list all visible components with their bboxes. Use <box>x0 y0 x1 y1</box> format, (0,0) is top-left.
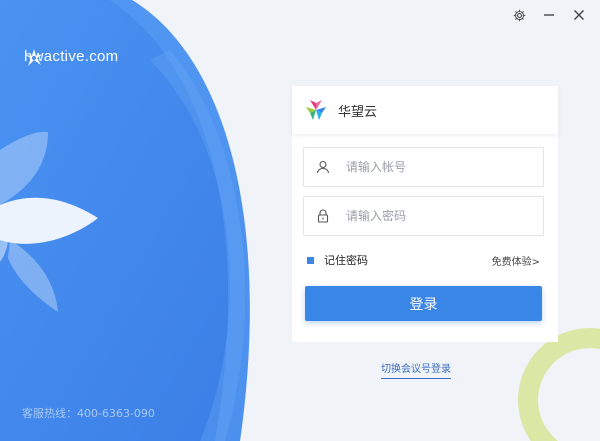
free-trial-link[interactable]: 免费体验> <box>492 253 540 268</box>
huawang-logo-icon <box>306 100 326 120</box>
window-controls <box>508 6 590 24</box>
close-button[interactable] <box>568 6 590 24</box>
gear-icon <box>513 9 525 21</box>
hotline-text: 客服热线：400-6363-090 <box>22 407 155 420</box>
password-field <box>303 196 544 236</box>
close-icon <box>574 10 584 20</box>
card-header: 华望云 <box>292 86 558 134</box>
card-title: 华望云 <box>338 104 378 120</box>
switch-meeting-login-link[interactable]: 切换会议号登录 <box>381 360 451 379</box>
lock-icon <box>308 209 338 223</box>
minimize-button[interactable] <box>538 6 560 24</box>
remember-label: 记住密码 <box>324 254 368 267</box>
remember-checkbox[interactable] <box>307 256 314 264</box>
account-input[interactable] <box>346 148 543 186</box>
brand-logo-icon <box>25 49 43 66</box>
login-card: 华望云 记住密码 免费体验> 登录 <box>292 86 558 342</box>
brand: hwactive.com <box>24 48 118 66</box>
remember-password-toggle[interactable]: 记住密码 <box>307 252 368 268</box>
account-field <box>303 147 544 187</box>
minimize-icon <box>544 14 554 16</box>
login-button[interactable]: 登录 <box>305 286 542 321</box>
settings-button[interactable] <box>508 6 530 24</box>
password-input[interactable] <box>346 197 543 235</box>
user-icon <box>308 160 338 174</box>
